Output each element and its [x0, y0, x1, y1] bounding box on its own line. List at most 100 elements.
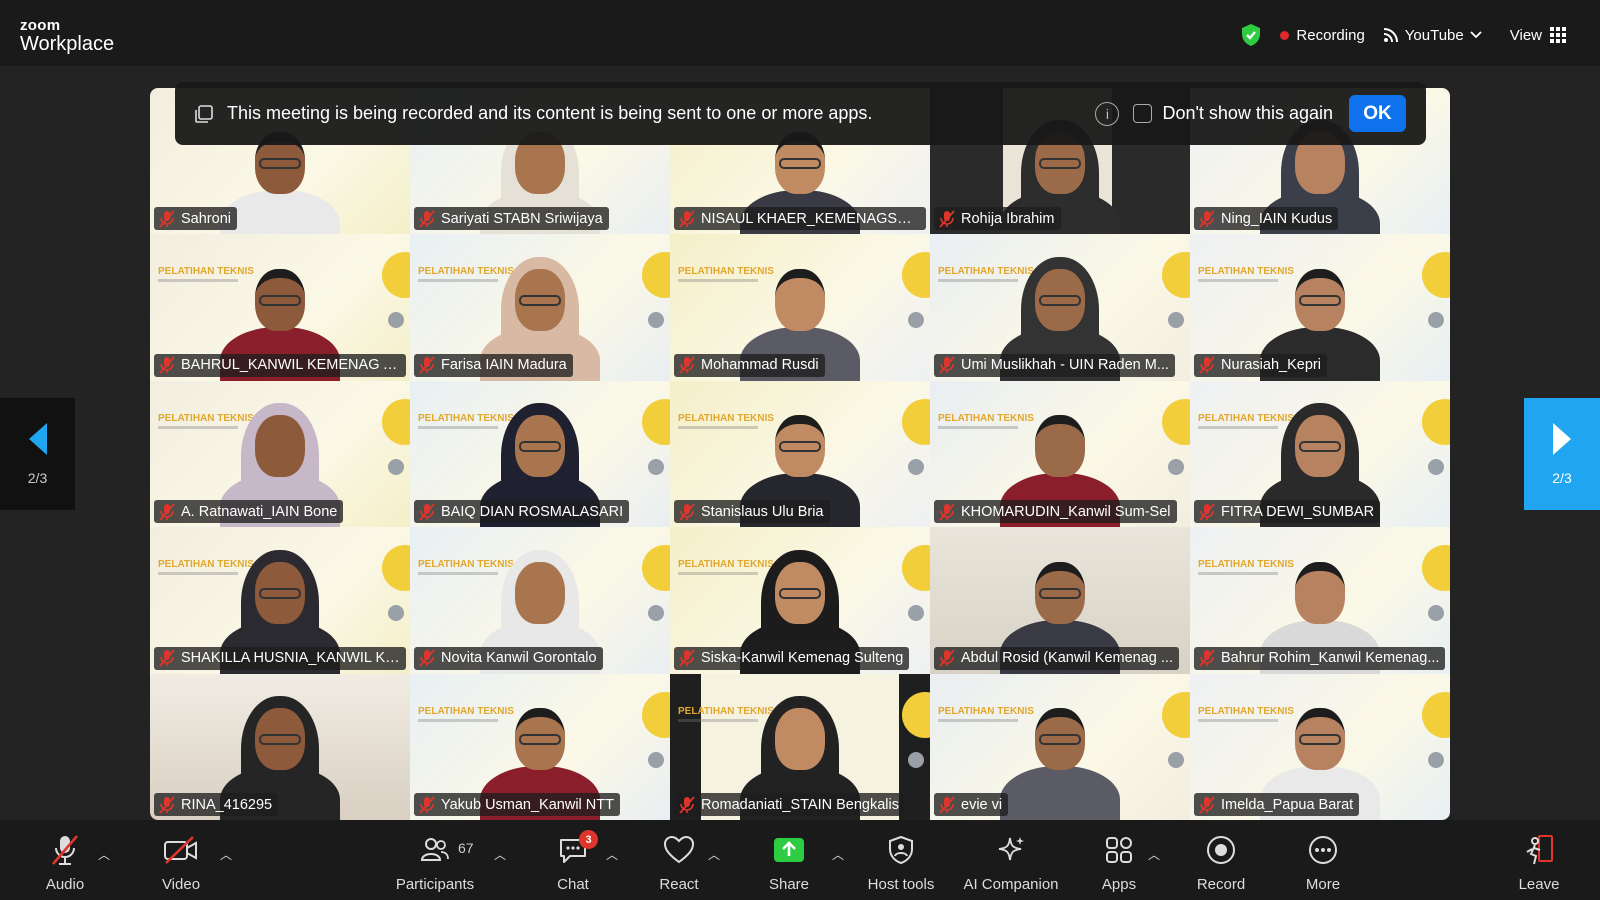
- dont-show-checkbox[interactable]: [1133, 104, 1153, 123]
- participant-name: BAIQ DIAN ROSMALASARI: [441, 503, 624, 520]
- participant-video-tile[interactable]: PELATIHAN TEKNIS KHOMARUDIN_Kanwil Sum-Se…: [930, 380, 1190, 527]
- share-options-caret-icon[interactable]: ︿: [832, 846, 844, 863]
- mic-muted-icon: [419, 795, 435, 814]
- participant-name: Nurasiah_Kepri: [1221, 357, 1321, 373]
- participant-name-tag: Umi Muslikhah - UIN Raden M...: [934, 353, 1175, 377]
- dont-show-label[interactable]: Don't show this again: [1162, 103, 1333, 124]
- mic-muted-icon: [1199, 209, 1215, 228]
- leave-button[interactable]: Leave: [1484, 832, 1594, 893]
- chat-unread-badge: 3: [579, 830, 598, 849]
- chevron-down-icon: [1470, 31, 1482, 39]
- mic-muted-icon: [419, 502, 435, 521]
- more-button[interactable]: More: [1268, 832, 1378, 893]
- next-page-button[interactable]: 2/3: [1524, 398, 1600, 510]
- participant-name: Romadaniati_STAIN Bengkalis: [701, 796, 899, 813]
- react-options-caret-icon[interactable]: ︿: [708, 846, 720, 863]
- decorative-circle: [648, 458, 664, 475]
- mic-muted-icon: [939, 209, 955, 228]
- recording-notice-banner: This meeting is being recorded and its c…: [175, 82, 1426, 145]
- triangle-left-icon: [28, 423, 47, 455]
- participant-name: Farisa IAIN Madura: [441, 357, 567, 373]
- mic-muted-icon: [419, 356, 435, 374]
- participants-options-caret-icon[interactable]: ︿: [494, 846, 506, 863]
- leave-icon: [1526, 835, 1553, 865]
- view-label: View: [1509, 26, 1542, 44]
- recording-indicator[interactable]: Recording: [1280, 26, 1365, 44]
- mic-muted-icon: [159, 209, 175, 228]
- participant-name: Bahrur Rohim_Kanwil Kemenag...: [1221, 650, 1440, 666]
- participant-name: Novita Kanwil Gorontalo: [441, 650, 597, 666]
- participant-video-tile[interactable]: PELATIHAN TEKNIS Farisa IAIN Madura: [410, 234, 670, 381]
- host-tools-label: Host tools: [867, 876, 935, 893]
- participant-video-tile[interactable]: PELATIHAN TEKNIS Mohammad Rusdi: [670, 234, 930, 381]
- participant-name: Stanislaus Ulu Bria: [701, 503, 824, 520]
- decorative-circle: [648, 605, 664, 621]
- participant-video-tile[interactable]: Abdul Rosid (Kanwil Kemenag ...: [930, 527, 1190, 674]
- participants-button[interactable]: 67 Participants: [380, 832, 490, 893]
- mic-muted-icon: [419, 649, 435, 667]
- participant-video-tile[interactable]: PELATIHAN TEKNIS Novita Kanwil Gorontalo: [410, 527, 670, 674]
- participant-name: Imelda_Papua Barat: [1221, 796, 1354, 813]
- next-page-indicator: 2/3: [1552, 470, 1572, 486]
- participant-video-tile[interactable]: PELATIHAN TEKNIS Romadaniati_STAIN Bengka…: [670, 673, 930, 820]
- participant-video-tile[interactable]: RINA_416295: [150, 673, 410, 820]
- participant-name-tag: Nurasiah_Kepri: [1194, 353, 1327, 377]
- participant-video-tile[interactable]: PELATIHAN TEKNIS BAHRUL_KANWIL KEMENAG A.…: [150, 234, 410, 381]
- mic-muted-icon: [939, 356, 955, 374]
- mic-muted-icon: [1199, 502, 1215, 521]
- participant-name: Rohija Ibrahim: [961, 210, 1055, 227]
- apps-options-caret-icon[interactable]: ︿: [1148, 846, 1160, 863]
- audio-options-caret-icon[interactable]: ︿: [98, 846, 110, 863]
- decorative-circle: [1428, 751, 1444, 768]
- camera-off-icon: [164, 836, 197, 864]
- participant-name: Abdul Rosid (Kanwil Kemenag ...: [961, 650, 1173, 666]
- recording-label: Recording: [1296, 26, 1365, 44]
- participant-video-tile[interactable]: PELATIHAN TEKNIS FITRA DEWI_SUMBAR: [1190, 380, 1450, 527]
- participant-video-tile[interactable]: PELATIHAN TEKNIS SHAKILLA HUSNIA_KANWIL K…: [150, 527, 410, 674]
- view-menu-button[interactable]: View: [1510, 27, 1566, 44]
- participant-name-tag: evie vi: [934, 793, 1009, 816]
- participant-video-tile[interactable]: PELATIHAN TEKNIS BAIQ DIAN ROSMALASARI: [410, 380, 670, 527]
- ai-companion-button[interactable]: AI Companion: [956, 832, 1066, 893]
- decorative-circle: [1168, 458, 1184, 475]
- participant-name: Umi Muslikhah - UIN Raden M...: [961, 357, 1169, 373]
- participant-video-tile[interactable]: PELATIHAN TEKNIS A. Ratnawati_IAIN Bone: [150, 380, 410, 527]
- livestream-icon: [1383, 28, 1398, 43]
- notice-icon: [195, 104, 213, 123]
- ok-button[interactable]: OK: [1349, 95, 1406, 132]
- share-button[interactable]: Share: [734, 832, 844, 893]
- participant-name: FITRA DEWI_SUMBAR: [1221, 503, 1375, 520]
- participant-name-tag: FITRA DEWI_SUMBAR: [1194, 500, 1381, 523]
- participant-name-tag: NISAUL KHAER_KEMENAGSULS...: [674, 207, 926, 230]
- share-label: Share: [768, 876, 810, 893]
- participant-video-tile[interactable]: PELATIHAN TEKNIS evie vi: [930, 673, 1190, 820]
- react-label: React: [659, 876, 699, 893]
- host-tools-shield-icon: [889, 835, 913, 865]
- mic-muted-icon: [679, 356, 695, 374]
- info-icon[interactable]: i: [1095, 101, 1120, 126]
- participant-video-tile[interactable]: PELATIHAN TEKNIS Umi Muslikhah - UIN Rade…: [930, 234, 1190, 381]
- participant-name: BAHRUL_KANWIL KEMENAG A...: [181, 357, 400, 373]
- record-button[interactable]: Record: [1166, 832, 1276, 893]
- participant-video-tile[interactable]: PELATIHAN TEKNIS Siska-Kanwil Kemenag Sul…: [670, 527, 930, 674]
- participant-video-tile[interactable]: PELATIHAN TEKNIS Imelda_Papua Barat: [1190, 673, 1450, 820]
- host-tools-button[interactable]: Host tools: [846, 832, 956, 893]
- participant-name-tag: BAIQ DIAN ROSMALASARI: [414, 500, 630, 523]
- recording-dot-icon: [1280, 30, 1290, 40]
- participant-name-tag: Rohija Ibrahim: [934, 207, 1061, 230]
- video-options-caret-icon[interactable]: ︿: [220, 846, 232, 863]
- participant-video-tile[interactable]: PELATIHAN TEKNIS Stanislaus Ulu Bria: [670, 380, 930, 527]
- mic-muted-icon: [1199, 795, 1215, 814]
- participant-video-tile[interactable]: PELATIHAN TEKNIS Yakub Usman_Kanwil NTT: [410, 673, 670, 820]
- previous-page-button[interactable]: 2/3: [0, 398, 75, 510]
- participant-name-tag: Novita Kanwil Gorontalo: [414, 646, 603, 670]
- livestream-youtube-menu[interactable]: YouTube: [1383, 27, 1482, 44]
- decorative-circle: [908, 605, 924, 621]
- participant-video-tile[interactable]: PELATIHAN TEKNIS Bahrur Rohim_Kanwil Keme…: [1190, 527, 1450, 674]
- gallery-grid: Sahroni Sariyati STABN Sriwijaya NISAUL KH…: [150, 88, 1450, 820]
- security-shield-icon[interactable]: [1240, 23, 1262, 47]
- chat-label: Chat: [557, 876, 589, 893]
- participant-video-tile[interactable]: PELATIHAN TEKNIS Nurasiah_Kepri: [1190, 234, 1450, 381]
- chat-options-caret-icon[interactable]: ︿: [606, 846, 618, 863]
- decorative-circle: [648, 312, 664, 328]
